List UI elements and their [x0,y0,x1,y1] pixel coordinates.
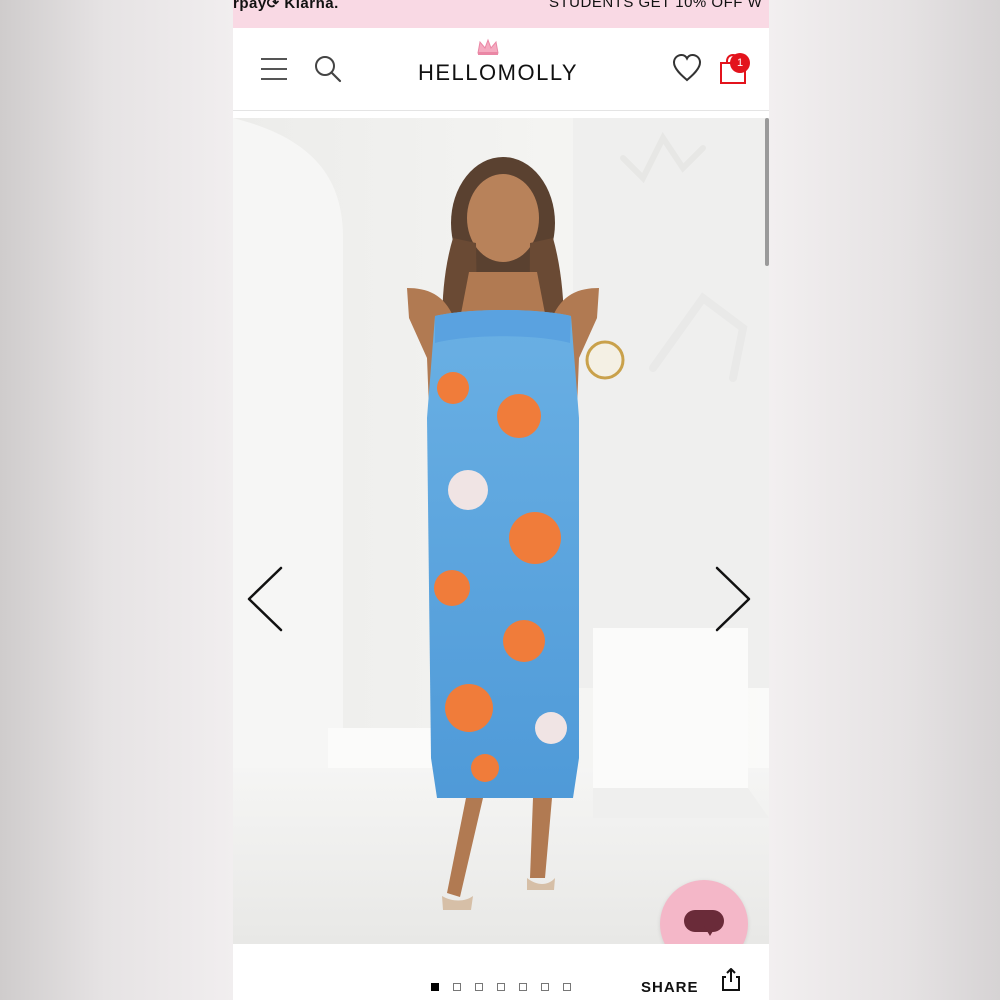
mobile-viewport: rpay⟳ Klarna. STUDENTS GET 10% OFF W HEL… [233,0,769,1000]
heart-icon[interactable] [671,52,703,84]
menu-icon[interactable] [261,58,287,80]
cart-count-badge: 1 [730,53,750,73]
page-scrollbar[interactable] [765,118,769,266]
chat-icon-tail [704,926,716,936]
chevron-left-icon[interactable] [245,566,285,632]
pagination-dot[interactable] [541,983,549,991]
share-icon[interactable] [721,968,741,992]
payment-providers-text: rpay⟳ Klarna. [233,0,339,12]
product-photo[interactable] [233,118,769,944]
crown-icon [477,38,499,55]
chevron-right-icon[interactable] [713,566,753,632]
background-right [769,0,1000,1000]
promo-bar: rpay⟳ Klarna. STUDENTS GET 10% OFF W [233,0,769,28]
pagination-dot[interactable] [497,983,505,991]
site-logo[interactable]: HELLOMOLLY [418,60,578,86]
site-header: HELLOMOLLY 1 [233,28,769,111]
product-photo-illustration [233,118,769,944]
background-left [0,0,233,1000]
share-button-label[interactable]: SHARE [641,979,699,996]
promo-message: STUDENTS GET 10% OFF W [549,0,763,11]
pagination-dot[interactable] [431,983,439,991]
pagination-dot[interactable] [563,983,571,991]
pagination-dot[interactable] [475,983,483,991]
search-icon[interactable] [313,54,343,84]
pagination-dot[interactable] [453,983,461,991]
pagination-dot[interactable] [519,983,527,991]
